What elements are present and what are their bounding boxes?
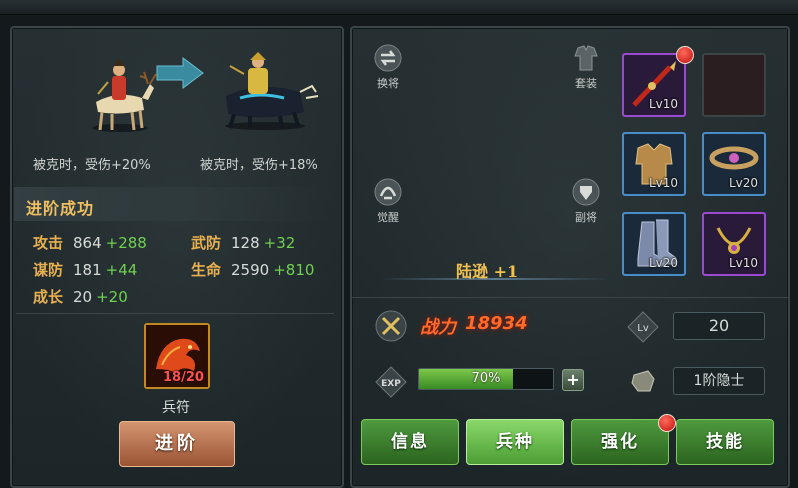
deputy-general-button[interactable]: 副将: [568, 176, 604, 228]
exp-progress-text: 70%: [471, 371, 501, 386]
equipment-level: Lv10: [648, 176, 678, 190]
stat-value: 2590: [231, 261, 270, 279]
set-label: 套装: [575, 77, 597, 90]
power-label: 战力: [420, 317, 456, 338]
weapon-alert-dot: [676, 46, 694, 64]
stat-attack: 攻击 864 +288: [33, 232, 147, 253]
advance-button[interactable]: 进阶: [119, 421, 235, 467]
stat-label: 武防: [191, 234, 222, 252]
awaken-icon: [374, 178, 402, 206]
equipment-set-button[interactable]: 套装: [568, 42, 604, 94]
equipment-slot-weapon[interactable]: Lv10: [622, 53, 686, 117]
divider: [16, 313, 334, 314]
stat-bonus: +288: [105, 234, 147, 252]
divider: [352, 297, 788, 298]
stat-label: 攻击: [33, 234, 64, 252]
equipment-slot-armor[interactable]: Lv10: [622, 132, 686, 196]
enhance-alert-dot: [658, 414, 676, 432]
after-caption: 被克时，受伤+18%: [200, 158, 318, 173]
stat-hp: 生命 2590 +810: [191, 259, 314, 280]
stat-bonus: +810: [273, 261, 315, 279]
top-bar: [0, 0, 798, 15]
equipment-level: Lv20: [648, 256, 678, 270]
swap-label: 换将: [377, 77, 399, 90]
stat-bonus: +20: [96, 288, 128, 306]
level-badge-icon: Lv: [627, 311, 659, 343]
token-name: 兵符: [162, 400, 190, 416]
equipment-level: Lv10: [648, 97, 678, 111]
before-caption: 被克时，受伤+20%: [33, 158, 151, 173]
unit-before-figure: [92, 58, 157, 132]
section-title: 进阶成功: [26, 199, 95, 218]
swap-general-button[interactable]: 换将: [370, 42, 406, 94]
equipment-slot-belt[interactable]: Lv20: [702, 132, 766, 196]
section-header: 进阶成功: [14, 187, 332, 221]
stat-value: 128: [231, 234, 260, 252]
equipment-level: Lv20: [728, 176, 758, 190]
add-exp-button[interactable]: +: [562, 369, 584, 391]
tab-troops[interactable]: 兵种: [466, 419, 564, 465]
awaken-button[interactable]: 觉醒: [370, 176, 406, 228]
equipment-slot-boots[interactable]: Lv20: [622, 212, 686, 276]
rank-value: 1阶隐士: [673, 367, 765, 395]
unit-after-figure: [225, 52, 319, 130]
swap-icon: [374, 44, 402, 72]
armor-set-icon: [574, 45, 598, 71]
advance-arrow-icon: [156, 57, 204, 89]
equipment-level: Lv10: [728, 256, 758, 270]
hero-name: 陆逊 +1: [456, 262, 519, 281]
rank-fist-icon: [631, 370, 655, 392]
stat-label: 成长: [33, 288, 64, 306]
exp-icon: EXP: [375, 366, 407, 398]
exp-label: EXP: [381, 379, 401, 389]
deputy-label: 副将: [575, 211, 597, 224]
stat-martial-defense: 武防 128 +32: [191, 232, 295, 253]
stat-value: 181: [73, 261, 102, 279]
tab-skills[interactable]: 技能: [676, 419, 774, 465]
tab-info[interactable]: 信息: [361, 419, 459, 465]
level-badge-text: Lv: [637, 323, 649, 334]
level-value: 20: [673, 312, 765, 340]
token-count: 18/20: [163, 370, 204, 385]
stat-label: 生命: [191, 261, 222, 279]
stat-bonus: +44: [105, 261, 138, 279]
tab-enhance[interactable]: 强化: [571, 419, 669, 465]
stat-label: 谋防: [33, 261, 64, 279]
stat-bonus: +32: [263, 234, 296, 252]
stat-value: 20: [73, 288, 93, 306]
stat-growth: 成长 20 +20: [33, 286, 128, 307]
exp-progress-bar: 70%: [418, 368, 554, 390]
crossed-swords-icon: [375, 310, 407, 342]
equipment-slot-necklace[interactable]: Lv10: [702, 212, 766, 276]
deputy-icon: [572, 178, 600, 206]
stat-value: 864: [73, 234, 102, 252]
equipment-slot-empty[interactable]: [702, 53, 766, 117]
awaken-label: 觉醒: [377, 211, 399, 224]
stat-strategy-defense: 谋防 181 +44: [33, 259, 137, 280]
power-value: 18934: [465, 313, 528, 334]
